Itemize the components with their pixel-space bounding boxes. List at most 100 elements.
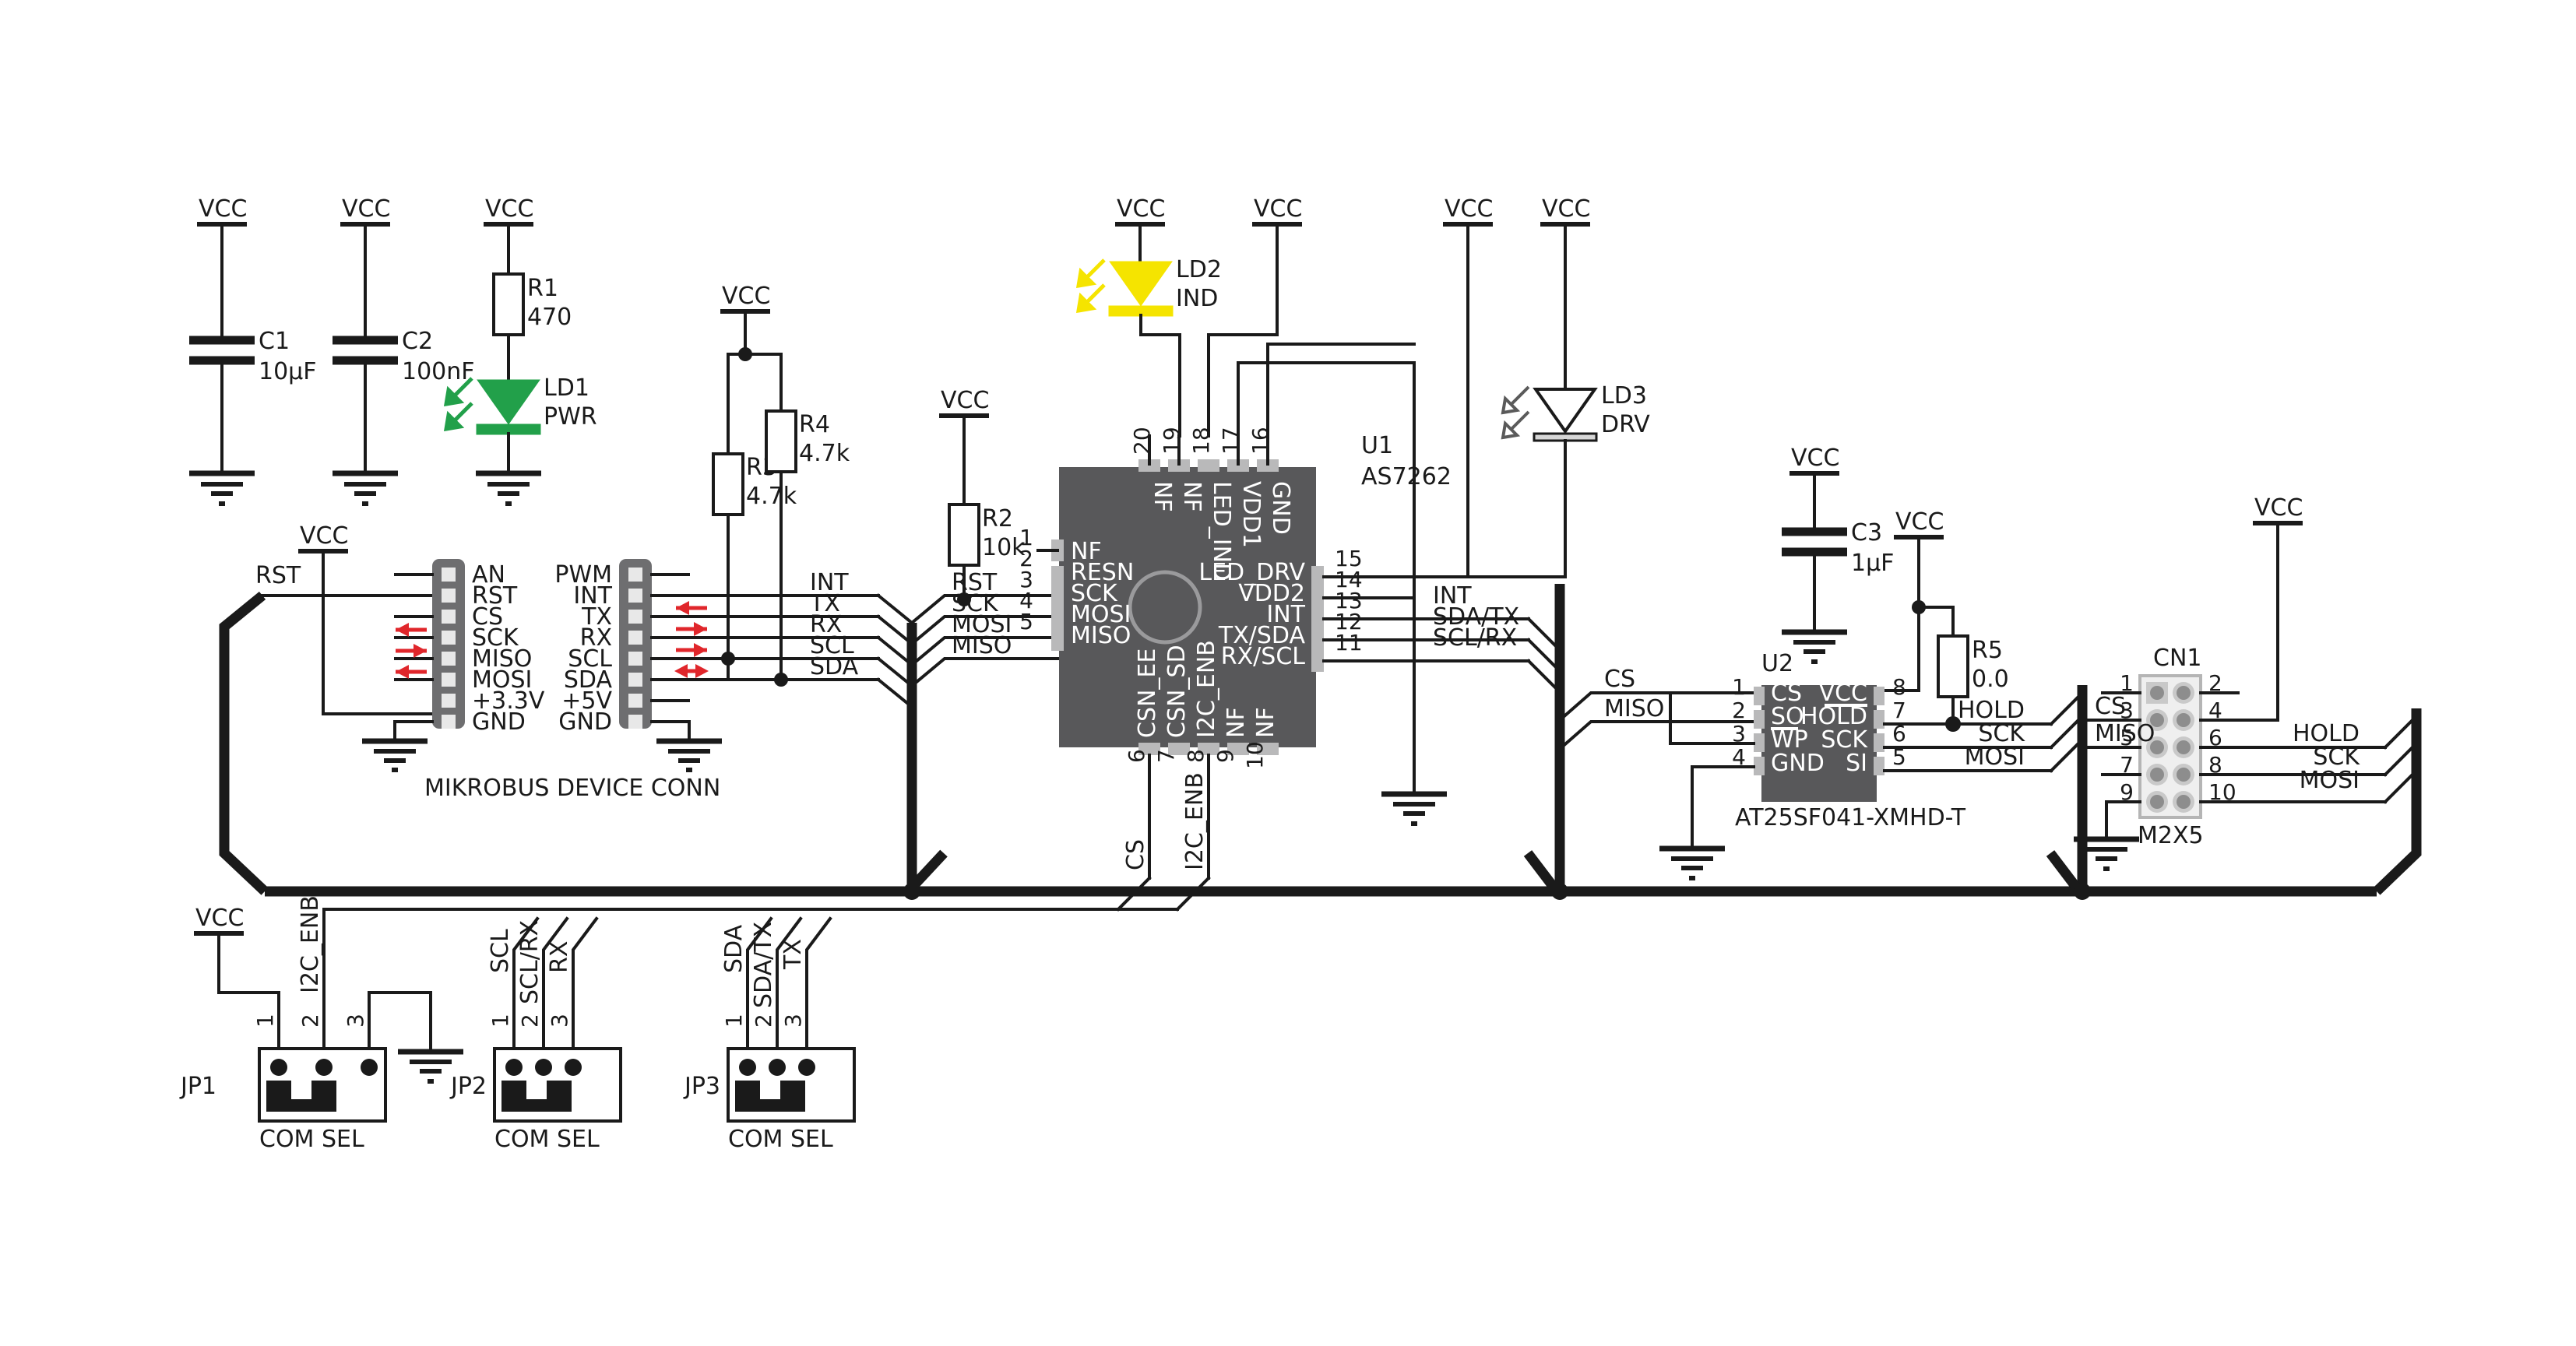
- jp3-net-2: SDA/TX: [750, 922, 777, 1008]
- net-label-cs-bottom: CS: [1122, 839, 1149, 870]
- vcc-rail-u1: VCC: [1207, 195, 1302, 438]
- net-label-mosi-cn1: MOSI: [2300, 767, 2360, 794]
- led-drv-branch: VCC VCC LD3 DRV: [1443, 195, 1650, 578]
- vcc-label-ld2: VCC: [1117, 195, 1165, 223]
- u1-pinname-rx-scl: RX/SCL: [1221, 643, 1305, 670]
- u2-pinnum-1: 1: [1732, 674, 1746, 700]
- capacitor-c2-group: VCC C2 100nF: [333, 195, 475, 506]
- u1-pinnum-8: 8: [1183, 749, 1209, 763]
- schematic-sheet: VCC C1 10µF VCC C2 100nF VCC R1 470 LD1 …: [0, 0, 2576, 1346]
- jumper-jp2[interactable]: SCL SCL/RX RX 1 2 3 JP2 COM SEL: [449, 916, 622, 1153]
- ld3-diode-body: [1533, 388, 1598, 434]
- jp3-ref: JP3: [683, 1073, 720, 1100]
- vcc-label-ld3b: VCC: [1542, 195, 1590, 223]
- u1-pinname-csn-ee: CSN_EE: [1134, 648, 1161, 738]
- net-label-miso-u2: MISO: [1604, 695, 1664, 722]
- capacitor-c3-group: VCC C3 1µF: [1782, 445, 1894, 664]
- led-pwr-branch: VCC R1 470 LD1 PWR: [443, 195, 597, 506]
- resistor-r2: [948, 503, 980, 567]
- net-label-miso-cn1: MISO: [2095, 720, 2155, 747]
- mikrobus-left-pin-7: GND: [472, 708, 526, 736]
- ld1-emission-arrows: [443, 377, 473, 432]
- mikrobus-right-arrows: [674, 601, 709, 678]
- u1-pinnum-17: 17: [1218, 427, 1244, 455]
- vcc-label-u2: VCC: [1895, 508, 1944, 536]
- jp3-net-1: SDA: [720, 924, 748, 973]
- net-label-miso-u1: MISO: [952, 632, 1012, 659]
- u1-pinnum-9: 9: [1212, 749, 1238, 763]
- vcc-label-r34: VCC: [722, 283, 770, 310]
- arrow-right-tx-icon: [676, 622, 707, 636]
- vcc-label-cn1: VCC: [2254, 494, 2303, 522]
- jp2-net-2: SCL/RX: [516, 920, 544, 1004]
- jp2-ref: JP2: [449, 1073, 487, 1100]
- ld2-value: IND: [1176, 285, 1218, 312]
- r5-ref: R5: [1972, 637, 2003, 664]
- arrow-left-miso-icon: [396, 665, 427, 679]
- net-label-mosi-u2: MOSI: [1965, 743, 2025, 771]
- jp3-label: COM SEL: [728, 1126, 833, 1153]
- connector-cn1[interactable]: CN1 M2X5 1 3 5 7 9 2 4 6 8 10 CS MISO VC…: [2074, 494, 2422, 895]
- r1-value: 470: [527, 304, 572, 331]
- r4-ref: R4: [799, 411, 830, 438]
- ld2-emission-arrows: [1075, 258, 1106, 314]
- ic-u2-flash[interactable]: 1 2 3 4 8 7 6 5 CS SO WP GND VCC HOLD SC…: [1659, 650, 2088, 895]
- cn1-part: M2X5: [2138, 822, 2204, 849]
- c3-value: 1µF: [1851, 550, 1894, 577]
- jp3-pinnum-1: 1: [721, 1014, 747, 1028]
- c2-value: 100nF: [402, 358, 475, 385]
- r3-value: 4.7k: [746, 483, 797, 510]
- c3-ref: C3: [1851, 519, 1882, 546]
- vcc-label-mikrobus: VCC: [300, 522, 348, 550]
- u1-pinnum-10: 10: [1242, 741, 1268, 769]
- u2-ref: U2: [1761, 650, 1793, 677]
- net-label-sda-left: SDA: [810, 653, 859, 680]
- u2-pinname-gnd: GND: [1771, 750, 1825, 777]
- u1-pinname-csn-sd: CSN_SD: [1163, 645, 1191, 738]
- u2-pinname-si: SI: [1846, 750, 1867, 777]
- schematic-canvas: VCC C1 10µF VCC C2 100nF VCC R1 470 LD1 …: [179, 195, 2422, 1153]
- jumper-jp1[interactable]: VCC I2C_ENB 1 2 3 JP1 COM SEL: [179, 895, 1179, 1153]
- jp2-net-1: SCL: [487, 929, 514, 973]
- ld1-value: PWR: [544, 403, 597, 431]
- ld2-diode-body: [1109, 261, 1173, 307]
- u1-pinname-miso: MISO: [1071, 622, 1131, 649]
- ld3-value: DRV: [1601, 411, 1650, 438]
- u1-pinname-vdd1: VDD1: [1237, 481, 1265, 548]
- ld1-ref: LD1: [544, 374, 589, 402]
- jp2-label: COM SEL: [494, 1126, 600, 1153]
- jp1-label: COM SEL: [259, 1126, 364, 1153]
- jp1-pinnum-1: 1: [252, 1014, 278, 1028]
- arrow-both-scl-icon: [674, 664, 709, 678]
- u2-part: AT25SF041-XMHD-T: [1735, 804, 1966, 831]
- u1-pinnum-11: 11: [1335, 630, 1363, 655]
- u1-pinnum-6: 6: [1124, 749, 1149, 763]
- vcc-label-u1: VCC: [1254, 195, 1302, 223]
- u1-pinname-i2c-enb: I2C_ENB: [1193, 640, 1220, 738]
- resistor-r1: [492, 272, 525, 336]
- capacitor-c1-group: VCC C1 10µF: [189, 195, 317, 506]
- vcc-label-jp1: VCC: [195, 905, 244, 932]
- jumper-jp3[interactable]: SDA SDA/TX TX 1 2 3 JP3 COM SEL: [683, 916, 856, 1153]
- ld3-ref: LD3: [1601, 382, 1647, 409]
- r2-ref: R2: [982, 505, 1013, 532]
- ld1-diode-body: [477, 379, 540, 425]
- u2-pinnum-2: 2: [1732, 698, 1746, 723]
- u1-pinnum-5: 5: [1019, 609, 1033, 634]
- ld2-ref: LD2: [1176, 256, 1222, 283]
- u1-left-pads: [1051, 539, 1064, 651]
- jp1-net-2: I2C_ENB: [297, 895, 324, 993]
- vcc-label-c3: VCC: [1791, 445, 1839, 472]
- u2-pinnum-8: 8: [1892, 674, 1906, 700]
- vcc-label-ld3a: VCC: [1445, 195, 1493, 223]
- mikrobus-right-pin-7: GND: [558, 708, 612, 736]
- jp2-pinnum-3: 3: [547, 1014, 572, 1028]
- arrow-left-int-icon: [676, 601, 707, 615]
- jp2-pinnum-2: 2: [517, 1014, 543, 1028]
- resistor-r4: [765, 409, 797, 473]
- c1-value: 10µF: [259, 358, 317, 385]
- u1-pinnum-20: 20: [1129, 427, 1155, 455]
- arrow-right-sck-icon: [396, 644, 427, 658]
- u1-pinname-nf-19: NF: [1178, 481, 1205, 512]
- u1-pinname-nf-20: NF: [1149, 481, 1176, 512]
